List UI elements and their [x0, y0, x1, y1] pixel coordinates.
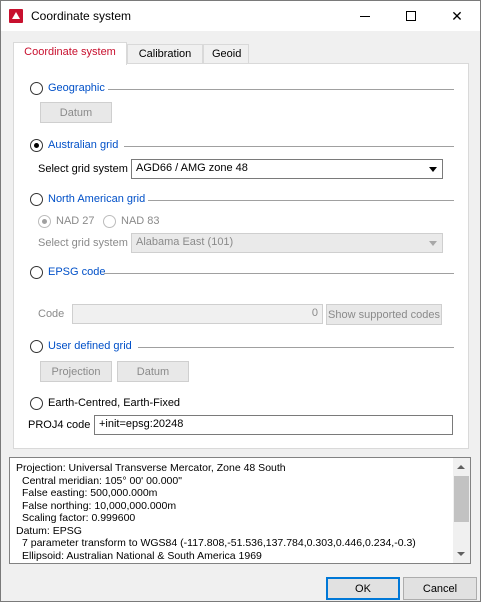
epsg-code-field-label: Code	[38, 308, 65, 320]
geographic-datum-button[interactable]: Datum	[40, 102, 112, 123]
epsg-code-label[interactable]: EPSG code	[48, 266, 105, 278]
info-line: Scaling factor: 0.999600	[22, 512, 136, 524]
geographic-radio[interactable]	[30, 82, 43, 95]
ecef-label[interactable]: Earth-Centred, Earth-Fixed	[48, 397, 180, 409]
info-line: Datum: EPSG	[16, 524, 82, 537]
nad83-radio[interactable]	[103, 215, 116, 228]
north-american-grid-value: Alabama East (101)	[136, 236, 234, 248]
chevron-down-icon	[429, 167, 437, 172]
epsg-code-input[interactable]: 0	[72, 304, 323, 324]
cancel-button[interactable]: Cancel	[403, 577, 477, 600]
user-defined-datum-button[interactable]: Datum	[117, 361, 189, 382]
user-defined-grid-label[interactable]: User defined grid	[48, 340, 132, 352]
nad27-radio[interactable]	[38, 215, 51, 228]
tab-geoid[interactable]: Geoid	[203, 44, 249, 64]
scroll-up-icon[interactable]	[457, 465, 465, 469]
dialog-window: Coordinate system ✕ Coordinate system Ca…	[0, 0, 481, 602]
window-title: Coordinate system	[31, 9, 132, 23]
ok-button[interactable]: OK	[326, 577, 400, 600]
vertical-scrollbar[interactable]	[453, 458, 470, 563]
tab-calibration[interactable]: Calibration	[127, 44, 203, 64]
coordinate-system-panel: Geographic Datum Australian grid Select …	[13, 63, 469, 449]
scroll-thumb[interactable]	[454, 476, 469, 522]
close-button[interactable]: ✕	[434, 1, 480, 31]
australian-grid-radio[interactable]	[30, 139, 43, 152]
separator	[148, 200, 454, 201]
minimize-button[interactable]	[342, 1, 388, 31]
separator	[124, 146, 454, 147]
proj4-label: PROJ4 code	[28, 419, 91, 431]
separator	[108, 89, 454, 90]
north-american-select-label: Select grid system	[38, 237, 128, 249]
info-text: Projection: Universal Transverse Mercato…	[16, 462, 456, 562]
north-american-grid-select[interactable]: Alabama East (101)	[131, 233, 443, 253]
info-line: False easting: 500,000.000m	[22, 487, 158, 499]
user-defined-grid-radio[interactable]	[30, 340, 43, 353]
info-line: Projection: Universal Transverse Mercato…	[16, 462, 286, 474]
title-bar[interactable]: Coordinate system ✕	[1, 1, 480, 31]
close-icon: ✕	[451, 7, 463, 24]
australian-grid-select[interactable]: AGD66 / AMG zone 48	[131, 159, 443, 179]
scroll-down-icon[interactable]	[457, 552, 465, 556]
epsg-code-radio[interactable]	[30, 266, 43, 279]
epsg-code-value: 0	[311, 307, 318, 319]
maximize-icon	[406, 11, 416, 21]
australian-select-label: Select grid system	[38, 163, 128, 175]
nad27-label[interactable]: NAD 27	[56, 215, 95, 227]
separator	[104, 273, 454, 274]
info-line: False northing: 10,000,000.000m	[22, 499, 177, 512]
minimize-icon	[360, 15, 370, 17]
chevron-down-icon	[429, 241, 437, 246]
proj4-input[interactable]: +init=epsg:20248	[94, 415, 453, 435]
maximize-button[interactable]	[388, 1, 434, 31]
show-supported-codes-button[interactable]: Show supported codes	[326, 304, 442, 325]
app-logo-icon	[9, 9, 23, 23]
projection-button[interactable]: Projection	[40, 361, 112, 382]
proj4-value: +init=epsg:20248	[99, 418, 184, 430]
info-line: Central meridian: 105° 00' 00.000"	[22, 474, 182, 487]
ecef-radio[interactable]	[30, 397, 43, 410]
nad83-label[interactable]: NAD 83	[121, 215, 160, 227]
separator	[138, 347, 454, 348]
info-line: 7 parameter transform to WGS84 (-117.808…	[22, 537, 416, 549]
tab-coordinate-system[interactable]: Coordinate system	[13, 42, 127, 65]
geographic-label[interactable]: Geographic	[48, 82, 105, 94]
info-line: Ellipsoid: Australian National & South A…	[22, 549, 262, 562]
coordinate-info-box[interactable]: Projection: Universal Transverse Mercato…	[9, 457, 471, 564]
australian-grid-label[interactable]: Australian grid	[48, 139, 118, 151]
australian-grid-value: AGD66 / AMG zone 48	[136, 162, 248, 174]
north-american-grid-radio[interactable]	[30, 193, 43, 206]
north-american-grid-label[interactable]: North American grid	[48, 193, 145, 205]
